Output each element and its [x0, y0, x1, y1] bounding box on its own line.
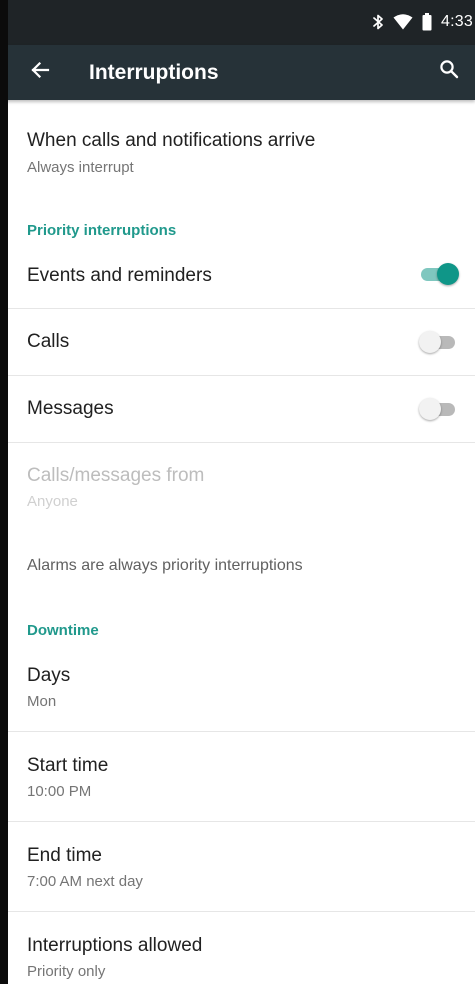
interruptions-allowed-setting[interactable]: Interruptions allowed Priority only: [8, 912, 475, 984]
calls-setting[interactable]: Calls: [8, 309, 475, 375]
page-title: Interruptions: [89, 61, 219, 84]
interruptions-allowed-title: Interruptions allowed: [27, 935, 203, 956]
end-time-summary: 7:00 AM next day: [27, 873, 143, 890]
calls-title: Calls: [27, 331, 70, 352]
end-time-title: End time: [27, 845, 102, 866]
when-arrive-title: When calls and notifications arrive: [27, 130, 316, 151]
when-arrive-setting[interactable]: When calls and notifications arrive Alwa…: [8, 100, 475, 192]
days-title: Days: [27, 665, 71, 686]
events-reminders-title: Events and reminders: [27, 265, 212, 286]
app-bar: Interruptions: [0, 45, 475, 100]
arrow-back-icon: [30, 60, 50, 85]
wifi-icon: [393, 14, 413, 30]
start-time-setting[interactable]: Start time 10:00 PM: [8, 732, 475, 821]
end-time-setting[interactable]: End time 7:00 AM next day: [8, 822, 475, 911]
calls-switch[interactable]: [419, 330, 459, 354]
start-time-summary: 10:00 PM: [27, 783, 92, 800]
switch-thumb: [419, 331, 441, 353]
screen-edge: [0, 0, 8, 984]
messages-setting[interactable]: Messages: [8, 376, 475, 442]
bluetooth-icon: [372, 14, 384, 30]
switch-thumb: [419, 398, 441, 420]
switch-thumb: [437, 263, 459, 285]
search-icon: [439, 59, 459, 84]
back-button[interactable]: [26, 58, 54, 86]
search-button[interactable]: [435, 57, 463, 85]
calls-messages-from-title: Calls/messages from: [27, 465, 205, 486]
priority-category-header: Priority interruptions: [27, 222, 177, 239]
interruptions-allowed-summary: Priority only: [27, 963, 106, 980]
days-setting[interactable]: Days Mon: [8, 642, 475, 731]
alarms-note: Alarms are always priority interruptions: [27, 557, 303, 574]
calls-messages-from-setting: Calls/messages from Anyone: [8, 443, 475, 533]
messages-switch[interactable]: [419, 397, 459, 421]
calls-messages-from-summary: Anyone: [27, 493, 78, 510]
messages-title: Messages: [27, 398, 114, 419]
status-bar: 4:33: [0, 0, 475, 45]
battery-icon: [422, 13, 432, 31]
days-summary: Mon: [27, 693, 57, 710]
status-time: 4:33: [441, 13, 473, 30]
events-reminders-switch[interactable]: [419, 262, 459, 286]
downtime-category-header: Downtime: [27, 622, 99, 639]
status-icons: 4:33: [372, 9, 475, 35]
start-time-title: Start time: [27, 755, 109, 776]
events-reminders-setting[interactable]: Events and reminders: [8, 240, 475, 308]
when-arrive-summary: Always interrupt: [27, 159, 134, 176]
